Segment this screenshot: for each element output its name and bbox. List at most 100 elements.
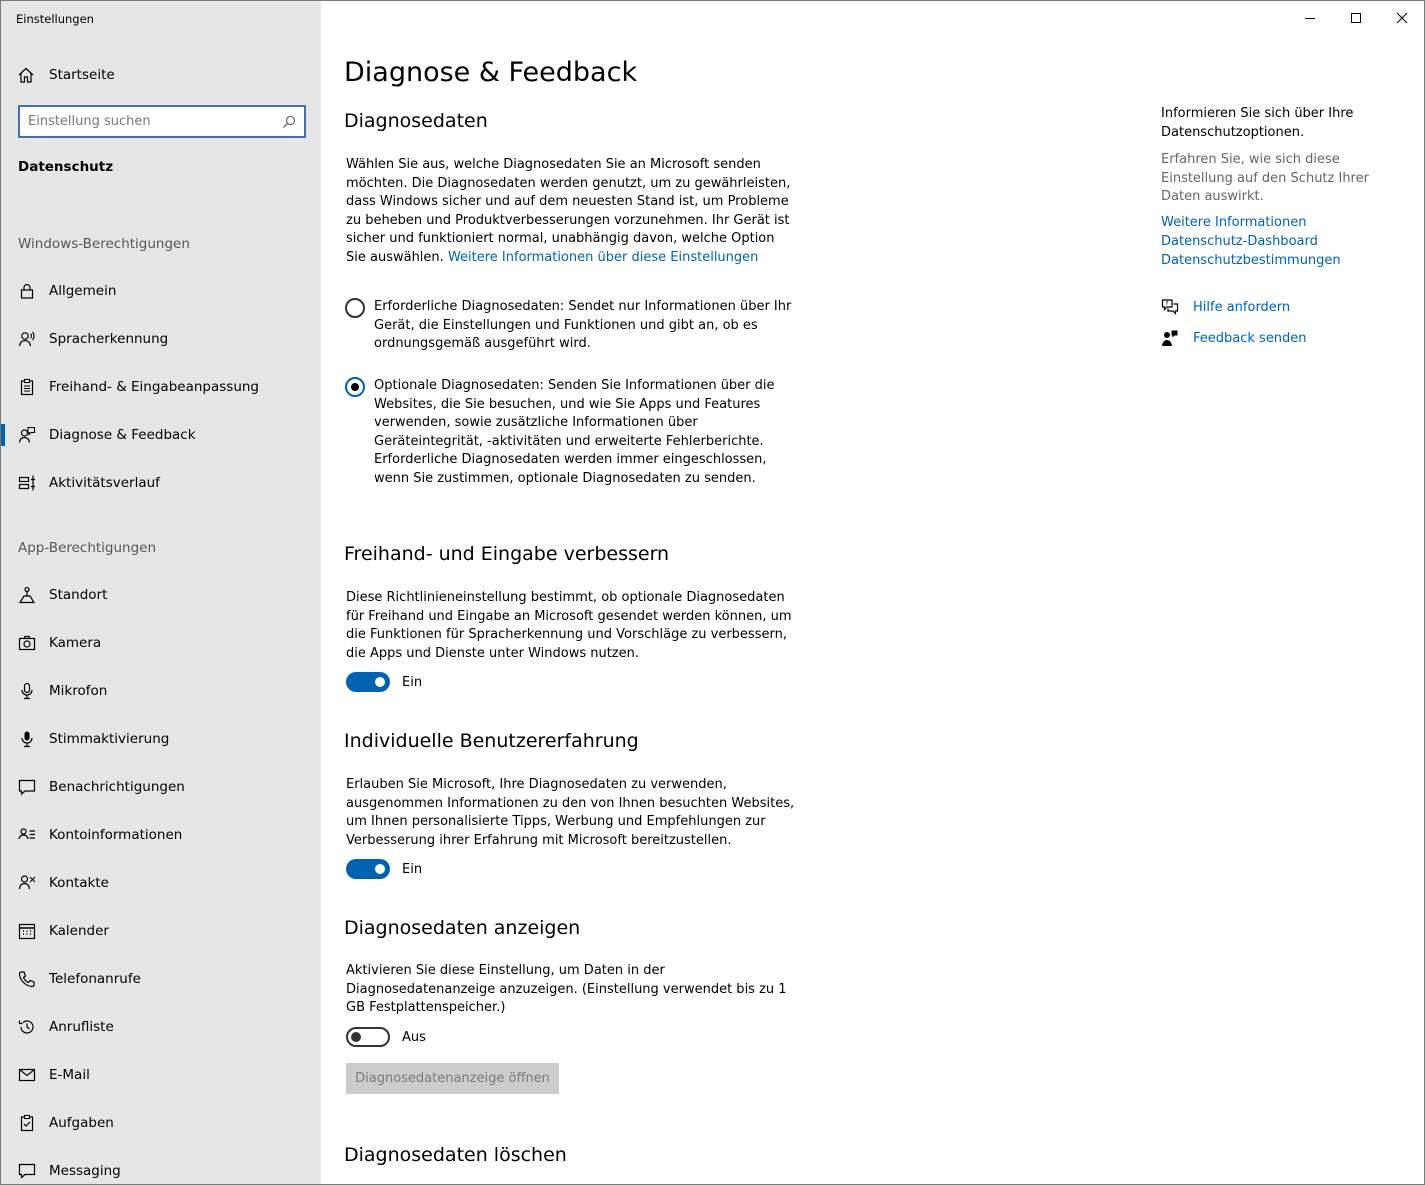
tailored-experience-description: Erlauben Sie Microsoft, Ihre Diagnosedat… <box>346 777 795 848</box>
feedback-person-icon <box>18 426 36 443</box>
tailored-toggle-state: Ein <box>402 861 423 877</box>
svg-text:?: ? <box>1165 301 1168 308</box>
search-icon <box>283 115 296 128</box>
app-permissions-group-label: App-Berechtigungen <box>18 540 157 556</box>
inking-toggle-state: Ein <box>402 674 423 690</box>
sidebar-item-label: Standort <box>49 587 108 603</box>
sidebar-item-label: Diagnose & Feedback <box>49 427 196 443</box>
contacts-icon <box>18 875 36 890</box>
privacy-info-title: Informieren Sie sich über Ihre Datenschu… <box>1161 106 1354 140</box>
sidebar-item-label: Kontoinformationen <box>49 827 183 843</box>
sidebar-item-label: Freihand- & Eingabeanpassung <box>49 379 260 395</box>
sidebar-item-kontoinformationen[interactable]: Kontoinformationen <box>1 813 321 857</box>
privacy-info-description: Erfahren Sie, wie sich diese Einstellung… <box>1161 152 1369 205</box>
sidebar-item-anrufliste[interactable]: Anrufliste <box>1 1005 321 1049</box>
sidebar-item-label: Anrufliste <box>49 1019 114 1035</box>
more-info-settings-link[interactable]: Weitere Informationen über diese Einstel… <box>448 250 758 265</box>
tailored-toggle-row[interactable]: Ein <box>346 859 422 879</box>
sidebar-item-label: Allgemein <box>49 283 117 299</box>
sidebar-item-standort[interactable]: Standort <box>1 573 321 617</box>
view-diagnostic-heading: Diagnosedaten anzeigen <box>344 917 581 939</box>
radio-required-label: Erforderliche Diagnosedaten: Sendet nur … <box>374 299 792 352</box>
viewer-toggle[interactable] <box>346 1027 390 1047</box>
sidebar-item-kalender[interactable]: Kalender <box>1 909 321 953</box>
radio-optional-diagnostic[interactable]: Optionale Diagnosedaten: Senden Sie Info… <box>345 377 795 489</box>
sidebar-item-label: Kalender <box>49 923 109 939</box>
more-info-link[interactable]: Weitere Informationen <box>1161 213 1411 232</box>
speech-icon <box>18 331 35 347</box>
camera-icon <box>18 635 36 651</box>
sidebar-item-telefonanrufe[interactable]: Telefonanrufe <box>1 957 321 1001</box>
sidebar-item-allgemein[interactable]: Allgemein <box>1 269 321 313</box>
sidebar-item-label: Stimmaktivierung <box>49 731 170 747</box>
home-icon <box>18 67 34 83</box>
microphone-icon <box>21 682 33 700</box>
sidebar-item-benachrichtigungen[interactable]: Benachrichtigungen <box>1 765 321 809</box>
tailored-experience-heading: Individuelle Benutzererfahrung <box>344 730 639 752</box>
diagnostic-data-description: Wählen Sie aus, welche Diagnosedaten Sie… <box>346 156 796 268</box>
sidebar-item-stimmaktivierung[interactable]: Stimmaktivierung <box>1 717 321 761</box>
sidebar-item-label: Spracherkennung <box>49 331 169 347</box>
inking-heading: Freihand- und Eingabe verbessern <box>344 543 670 565</box>
timeline-icon <box>18 475 35 491</box>
mail-icon <box>18 1068 36 1082</box>
view-diagnostic-description: Aktivieren Sie diese Einstellung, um Dat… <box>346 963 787 1016</box>
privacy-statement-link[interactable]: Datenschutzbestimmungen <box>1161 251 1411 270</box>
settings-window: Einstellungen Startseite Datenschutz Win… <box>0 0 1425 1185</box>
radio-optional-label: Optionale Diagnosedaten: Senden Sie Info… <box>374 378 775 486</box>
sidebar-item-diagnose[interactable]: Diagnose & Feedback <box>1 413 321 457</box>
windows-permissions-group-label: Windows-Berechtigungen <box>18 236 190 252</box>
inking-toggle[interactable] <box>346 672 390 692</box>
radio-required-diagnostic[interactable]: Erforderliche Diagnosedaten: Sendet nur … <box>345 298 795 354</box>
sidebar-item-label: Aktivitätsverlauf <box>49 475 160 491</box>
home-label: Startseite <box>49 67 115 83</box>
sidebar-item-label: Kontakte <box>49 875 109 891</box>
diagnostic-description-text: Wählen Sie aus, welche Diagnosedaten Sie… <box>346 157 791 265</box>
sidebar-item-mikrofon[interactable]: Mikrofon <box>1 669 321 713</box>
privacy-dashboard-link[interactable]: Datenschutz-Dashboard <box>1161 232 1411 251</box>
page-title: Diagnose & Feedback <box>344 57 638 88</box>
location-icon <box>18 586 36 604</box>
send-feedback-link[interactable]: Feedback senden <box>1161 329 1307 347</box>
tasks-icon <box>20 1114 34 1132</box>
send-feedback-label: Feedback senden <box>1193 330 1307 346</box>
inking-toggle-row[interactable]: Ein <box>346 672 422 692</box>
delete-diagnostic-heading: Diagnosedaten löschen <box>344 1144 567 1166</box>
voice-activation-icon <box>21 731 33 748</box>
get-help-link[interactable]: ? Hilfe anfordern <box>1161 298 1290 316</box>
sidebar-item-kamera[interactable]: Kamera <box>1 621 321 665</box>
sidebar-item-label: E-Mail <box>49 1067 90 1083</box>
viewer-toggle-row[interactable]: Aus <box>346 1027 426 1047</box>
search-input[interactable] <box>28 114 282 129</box>
call-history-icon <box>18 1020 34 1034</box>
sidebar-item-label: Kamera <box>49 635 102 651</box>
privacy-info-panel: Informieren Sie sich über Ihre Datenschu… <box>1161 105 1411 270</box>
sidebar-item-label: Benachrichtigungen <box>49 779 185 795</box>
search-box[interactable] <box>18 105 306 138</box>
sidebar-item-aktivitaetsverlauf[interactable]: Aktivitätsverlauf <box>1 461 321 505</box>
window-title: Einstellungen <box>16 12 94 26</box>
calendar-icon <box>18 923 36 940</box>
sidebar-item-freihand[interactable]: Freihand- & Eingabeanpassung <box>1 365 321 409</box>
messaging-icon <box>18 1163 36 1179</box>
current-section-title: Datenschutz <box>18 159 114 175</box>
radio-required-circle[interactable] <box>345 298 365 318</box>
sidebar-item-email[interactable]: E-Mail <box>1 1053 321 1097</box>
diagnostic-data-heading: Diagnosedaten <box>344 110 488 132</box>
lock-icon <box>20 283 34 299</box>
radio-optional-circle[interactable] <box>345 377 365 397</box>
account-info-icon <box>18 828 35 840</box>
inking-description: Diese Richtlinieneinstellung bestimmt, o… <box>346 590 792 661</box>
open-diagnostic-viewer-button[interactable]: Diagnosedatenanzeige öffnen <box>346 1063 559 1094</box>
sidebar-item-label: Aufgaben <box>49 1115 114 1131</box>
sidebar-item-spracherkennung[interactable]: Spracherkennung <box>1 317 321 361</box>
clipboard-icon <box>20 378 34 396</box>
get-help-label: Hilfe anfordern <box>1193 299 1291 315</box>
sidebar-item-kontakte[interactable]: Kontakte <box>1 861 321 905</box>
help-chat-icon: ? <box>1161 299 1179 315</box>
sidebar: Einstellungen Startseite Datenschutz Win… <box>1 1 321 1184</box>
home-nav-item[interactable]: Startseite <box>17 63 115 87</box>
sidebar-item-aufgaben[interactable]: Aufgaben <box>1 1101 321 1145</box>
tailored-toggle[interactable] <box>346 859 390 879</box>
sidebar-item-messaging[interactable]: Messaging <box>1 1149 321 1184</box>
